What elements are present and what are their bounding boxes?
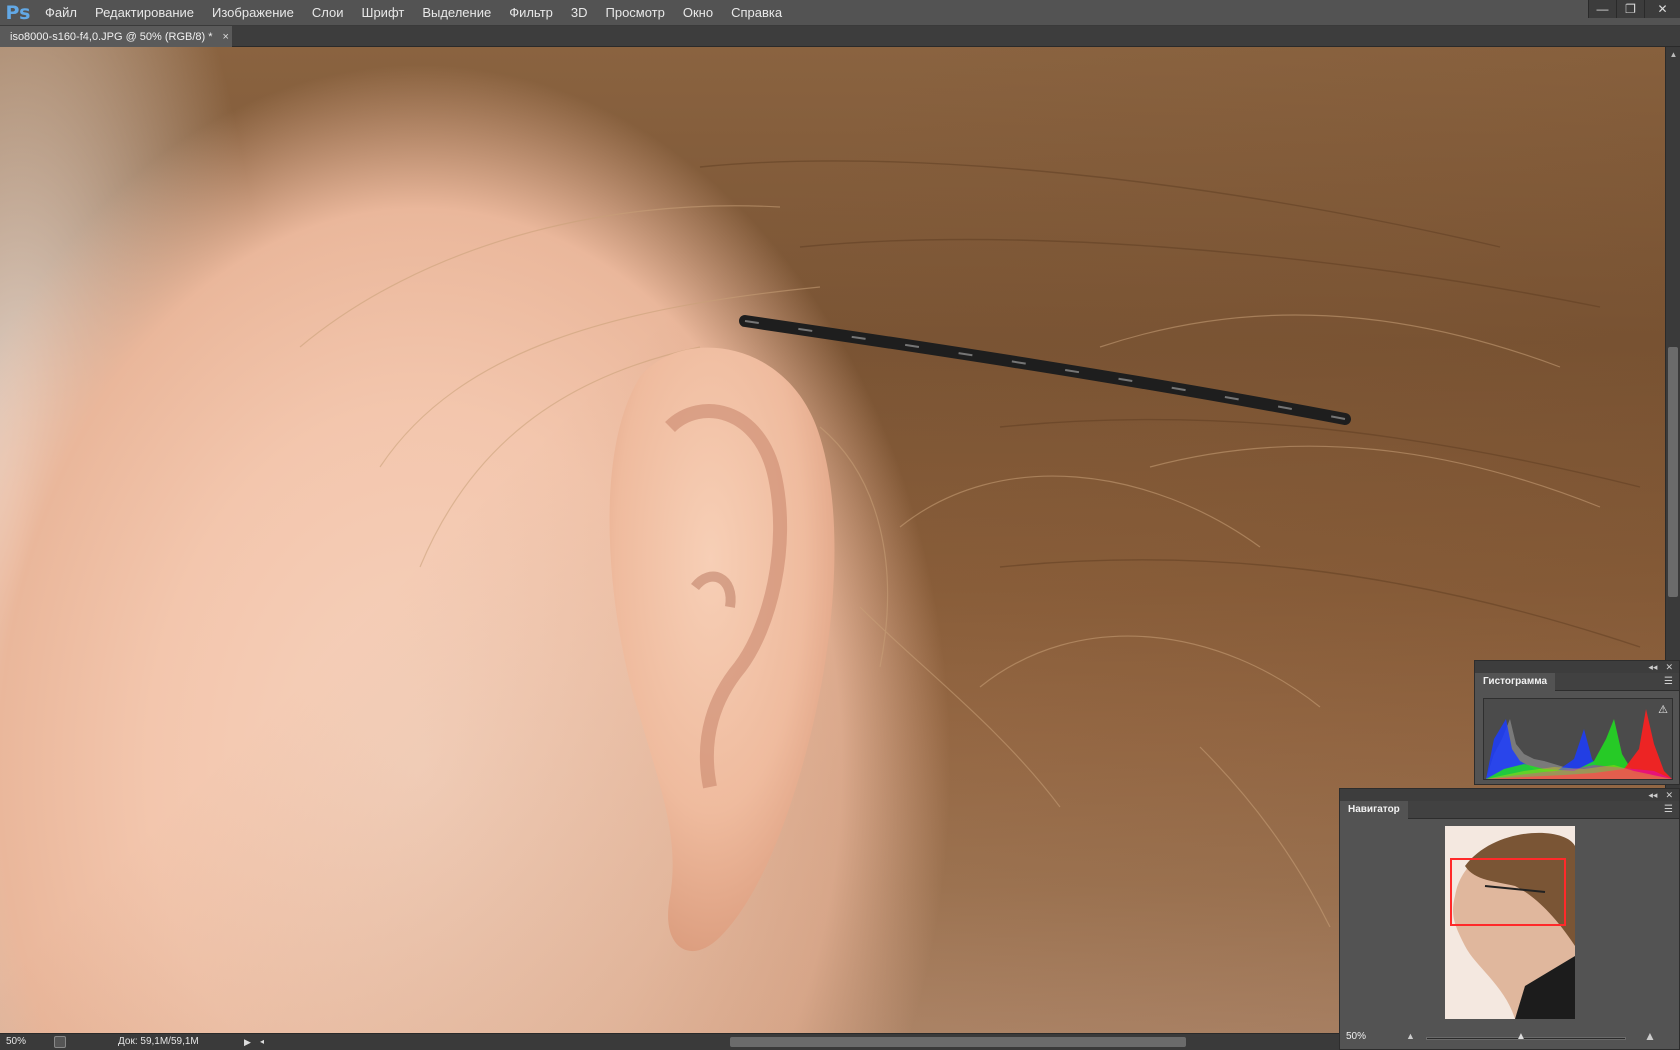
navigator-thumbnail[interactable] [1445, 826, 1575, 1019]
window-controls: — ❐ ✕ [1588, 0, 1680, 18]
histogram-svg [1486, 709, 1672, 779]
close-window-button[interactable]: ✕ [1644, 0, 1680, 18]
document-tab-bar: iso8000-s160-f4,0.JPG @ 50% (RGB/8) * × [0, 26, 1680, 47]
warning-icon[interactable]: ⚠ [1658, 703, 1668, 716]
collapse-icon[interactable]: ◂◂ [1648, 790, 1657, 801]
canvas-hairpin [739, 315, 1351, 425]
close-panel-icon[interactable]: ✕ [1665, 790, 1673, 801]
menu-file[interactable]: Файл [36, 0, 86, 26]
canvas-ear [609, 347, 835, 952]
menu-view[interactable]: Просмотр [597, 0, 674, 26]
navigator-tab-row: Навигатор ☰ [1340, 801, 1679, 819]
histogram-tab-row: Гистограмма ☰ [1475, 673, 1679, 691]
close-tab-icon[interactable]: × [223, 31, 229, 43]
close-panel-icon[interactable]: ✕ [1665, 662, 1673, 673]
horizontal-scroll-thumb[interactable] [730, 1037, 1186, 1047]
histogram-graph: ⚠ [1483, 698, 1673, 780]
panel-menu-icon[interactable]: ☰ [1664, 676, 1673, 687]
menu-select[interactable]: Выделение [413, 0, 500, 26]
navigator-zoom-bar: 50% ▲ ▲ ▲ [1340, 1027, 1680, 1049]
tab-histogram[interactable]: Гистограмма [1475, 673, 1556, 691]
document-tab[interactable]: iso8000-s160-f4,0.JPG @ 50% (RGB/8) * × [0, 26, 232, 47]
restore-button[interactable]: ❐ [1616, 0, 1644, 18]
menu-window[interactable]: Окно [674, 0, 722, 26]
menu-3d[interactable]: 3D [562, 0, 597, 26]
vertical-scroll-thumb[interactable] [1668, 347, 1678, 597]
zoom-out-icon[interactable]: ▲ [1406, 1031, 1415, 1041]
menu-help[interactable]: Справка [722, 0, 791, 26]
zoom-slider-track[interactable] [1426, 1037, 1626, 1040]
menu-filter[interactable]: Фильтр [500, 0, 562, 26]
menu-image[interactable]: Изображение [203, 0, 303, 26]
menu-layers[interactable]: Слои [303, 0, 353, 26]
navigator-panel: ◂◂ ✕ Навигатор ☰ 50% ▲ ▲ ▲ [1339, 788, 1680, 1050]
panel-menu-icon[interactable]: ☰ [1664, 804, 1673, 815]
tab-navigator[interactable]: Навигатор [1340, 801, 1408, 819]
menu-bar: Ps Файл Редактирование Изображение Слои … [0, 0, 1680, 26]
navigator-view-box[interactable] [1450, 858, 1566, 926]
scroll-left-icon[interactable]: ◂ [260, 1034, 264, 1050]
histogram-panel: ◂◂ ✕ Гистограмма ☰ ⚠ [1474, 660, 1680, 785]
navigator-zoom-field[interactable]: 50% [1346, 1031, 1396, 1045]
photoshop-window: Ps Файл Редактирование Изображение Слои … [0, 0, 1680, 1050]
menu-type[interactable]: Шрифт [353, 0, 414, 26]
scroll-up-icon[interactable]: ▲ [1666, 47, 1680, 62]
navigator-panel-top: ◂◂ ✕ [1340, 789, 1679, 801]
zoom-field[interactable]: 50% [0, 1034, 50, 1050]
zoom-in-icon[interactable]: ▲ [1644, 1029, 1656, 1043]
document-size: Док: 59,1M/59,1M [118, 1036, 199, 1047]
minimize-button[interactable]: — [1588, 0, 1616, 18]
status-info-icon[interactable] [54, 1036, 66, 1048]
histogram-panel-top: ◂◂ ✕ [1475, 661, 1679, 673]
menu-edit[interactable]: Редактирование [86, 0, 203, 26]
status-menu-arrow-icon[interactable]: ▶ [244, 1034, 251, 1050]
zoom-slider-thumb[interactable]: ▲ [1516, 1031, 1526, 1042]
ps-logo: Ps [5, 1, 31, 24]
document-tab-title: iso8000-s160-f4,0.JPG @ 50% (RGB/8) * [10, 30, 213, 43]
collapse-icon[interactable]: ◂◂ [1648, 662, 1657, 673]
